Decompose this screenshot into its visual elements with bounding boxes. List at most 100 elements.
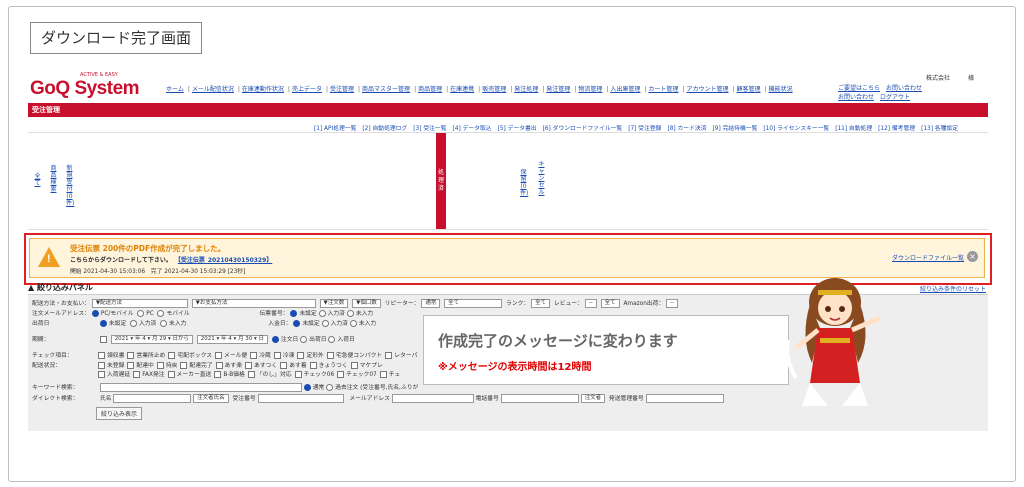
mail-radio-1[interactable] bbox=[91, 310, 99, 317]
keyword-radio-2[interactable] bbox=[326, 384, 334, 391]
period-from-select[interactable]: 2021 ▾ 年 4 ▾ 月 29 ▾ 日から bbox=[110, 335, 193, 344]
repeater-filter-select[interactable]: 全て bbox=[444, 299, 503, 308]
filter-reset-link[interactable]: 絞り込み条件のリセット bbox=[920, 284, 986, 293]
checkbox[interactable] bbox=[385, 352, 393, 359]
checkbox[interactable] bbox=[326, 352, 334, 359]
keyword-input[interactable] bbox=[99, 383, 302, 392]
payment-method-select[interactable]: ▼お支払方法 bbox=[191, 299, 316, 308]
top-nav-item[interactable]: 販売管理 bbox=[482, 86, 506, 93]
status-all[interactable]: 全て bbox=[34, 173, 41, 187]
order-count-select[interactable]: ▼注文数 bbox=[319, 299, 349, 308]
close-icon[interactable]: × bbox=[967, 251, 978, 262]
logout-link[interactable]: ログアウト bbox=[880, 94, 910, 101]
checkbox[interactable] bbox=[215, 352, 223, 359]
slip-radio-3[interactable] bbox=[346, 310, 354, 317]
top-nav-item[interactable]: 顧客管理 bbox=[737, 86, 761, 93]
name-type-select[interactable]: 注文者氏名 bbox=[193, 394, 229, 403]
request-link[interactable]: ご要望はこちら bbox=[838, 85, 880, 92]
checkbox[interactable] bbox=[379, 371, 387, 378]
checkbox[interactable] bbox=[297, 352, 305, 359]
tel-input[interactable] bbox=[500, 394, 579, 403]
payment-radio-1[interactable] bbox=[293, 320, 301, 327]
status-processed[interactable]: 処理済 bbox=[436, 133, 446, 229]
checkbox[interactable] bbox=[98, 371, 105, 378]
checkbox[interactable] bbox=[214, 371, 222, 378]
checkbox[interactable] bbox=[215, 362, 223, 369]
inquiry-link[interactable]: お問い合わせ bbox=[838, 94, 874, 101]
top-nav-item[interactable]: 商品マスター管理 bbox=[362, 86, 410, 93]
checkbox[interactable] bbox=[127, 352, 135, 359]
checkbox[interactable] bbox=[98, 352, 105, 359]
checkbox[interactable] bbox=[309, 362, 317, 369]
contact-link[interactable]: お問い合わせ bbox=[886, 85, 922, 92]
checkbox[interactable] bbox=[167, 371, 175, 378]
checkbox[interactable] bbox=[133, 371, 141, 378]
repeater-select[interactable]: 通常 bbox=[421, 299, 441, 308]
slip-radio-2[interactable] bbox=[318, 310, 326, 317]
checkbox[interactable] bbox=[168, 352, 176, 359]
top-nav-item[interactable]: 発注処理 bbox=[514, 86, 538, 93]
top-nav-item[interactable]: 売上データ bbox=[292, 86, 322, 93]
checkbox[interactable] bbox=[180, 362, 188, 369]
checkbox[interactable] bbox=[127, 362, 135, 369]
ship-radio-3[interactable] bbox=[160, 320, 168, 327]
top-nav-item[interactable]: 在庫連携 bbox=[450, 86, 474, 93]
checkbox[interactable] bbox=[350, 362, 358, 369]
package-count-select[interactable]: ▼個口数 bbox=[352, 299, 381, 308]
period-to-select[interactable]: 2021 ▾ 年 4 ▾ 月 30 ▾ 日 bbox=[196, 335, 269, 344]
mail-radio-3[interactable] bbox=[157, 310, 165, 317]
top-nav-item[interactable]: 機能状況 bbox=[769, 86, 793, 93]
top-nav-item[interactable]: 入出庫管理 bbox=[610, 86, 640, 93]
top-nav-item[interactable]: 発注管理 bbox=[546, 86, 570, 93]
top-nav-item[interactable]: カート管理 bbox=[648, 86, 678, 93]
period-radio-2[interactable] bbox=[300, 336, 308, 343]
status-hold[interactable]: 保留(0件) bbox=[520, 169, 528, 197]
payment-radio-3[interactable] bbox=[349, 320, 357, 327]
period-radio-3[interactable] bbox=[328, 336, 336, 343]
slip-radio-1[interactable] bbox=[290, 310, 298, 317]
logo[interactable]: GoQ System bbox=[30, 78, 140, 100]
checkbox[interactable] bbox=[156, 362, 164, 369]
checkbox-label: 定形外 bbox=[306, 353, 324, 359]
top-nav-item[interactable]: ホーム bbox=[166, 86, 184, 93]
top-nav-item[interactable]: メール配信状況 bbox=[192, 86, 234, 93]
checkbox[interactable] bbox=[250, 352, 258, 359]
ship-no-input[interactable] bbox=[645, 394, 724, 403]
tel-type-select[interactable]: 注文者 bbox=[580, 394, 606, 403]
review-filter-select[interactable]: 全て bbox=[600, 299, 620, 308]
checkbox[interactable] bbox=[337, 371, 345, 378]
period-radio-1[interactable] bbox=[271, 336, 279, 343]
status-new[interactable]: 新規受付(0件) bbox=[66, 165, 74, 207]
file-link[interactable]: 【受注伝票_20210430150329】 bbox=[178, 257, 272, 264]
order-no-input[interactable] bbox=[257, 394, 344, 403]
keyword-radio-1[interactable] bbox=[303, 384, 311, 391]
status-cancel[interactable]: キャンセル bbox=[538, 161, 545, 196]
checkbox[interactable] bbox=[245, 362, 253, 369]
mail-radio-2[interactable] bbox=[137, 310, 145, 317]
checkbox[interactable] bbox=[294, 371, 302, 378]
period-check[interactable] bbox=[99, 336, 107, 343]
review-select[interactable]: -- bbox=[584, 299, 597, 308]
payment-radio-2[interactable] bbox=[321, 320, 329, 327]
rank-select[interactable]: 全て bbox=[531, 299, 551, 308]
top-nav-item[interactable]: 物流管理 bbox=[578, 86, 602, 93]
top-nav-item[interactable]: 在庫連動作状況 bbox=[242, 86, 284, 93]
checkbox[interactable] bbox=[273, 352, 281, 359]
checkbox[interactable] bbox=[247, 371, 255, 378]
mail-address-input[interactable] bbox=[391, 394, 474, 403]
top-nav-item[interactable]: アカウント管理 bbox=[686, 86, 728, 93]
checkbox[interactable] bbox=[280, 362, 288, 369]
top-nav-item[interactable]: 商品管理 bbox=[418, 86, 442, 93]
amazon-select[interactable]: -- bbox=[666, 299, 679, 308]
checkbox[interactable] bbox=[98, 362, 105, 369]
delivery-method-select[interactable]: ▼配送方法 bbox=[91, 299, 188, 308]
ship-radio-2[interactable] bbox=[129, 320, 137, 327]
top-nav-item[interactable]: 受注管理 bbox=[330, 86, 354, 93]
status-product-search[interactable]: 商品検索 bbox=[50, 165, 57, 193]
filter-submit-button[interactable]: 絞り込み表示 bbox=[96, 407, 143, 420]
nav-separator: | bbox=[358, 86, 361, 93]
filter-panel-title[interactable]: ▲ 絞り込みパネル bbox=[28, 282, 93, 293]
ship-radio-1[interactable] bbox=[99, 320, 107, 327]
name-input[interactable] bbox=[113, 394, 192, 403]
download-list-link[interactable]: ダウンロードファイル一覧 bbox=[892, 253, 964, 262]
